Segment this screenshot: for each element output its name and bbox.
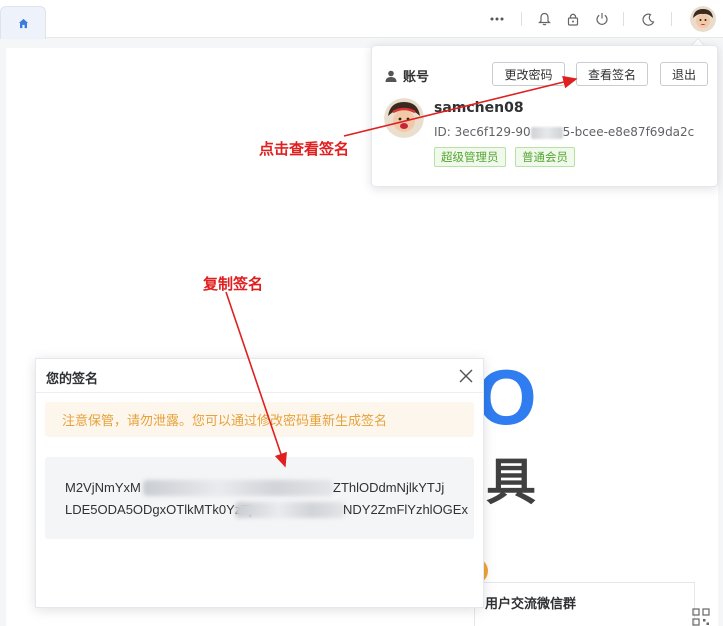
user-avatar[interactable] (690, 6, 716, 32)
bell-icon[interactable] (534, 9, 554, 29)
warning-alert: 注意保管，请勿泄露。您可以通过修改密码重新生成签名 (45, 402, 474, 437)
view-signature-button[interactable]: 查看签名 (576, 62, 648, 86)
account-header: 账号 (385, 66, 429, 85)
dialog-title: 您的签名 (46, 372, 99, 387)
signature-text-box[interactable]: M2VjNmYxM ZThlODdmNjlkYTJj LDE5ODA5ODgxO… (45, 457, 474, 539)
signature-line-2-end: NDY2ZmFlYzhlOGEx (343, 502, 468, 517)
home-icon (18, 18, 28, 28)
redacted-blur (530, 126, 563, 139)
user-id-suffix: 5-bcee-e8e87f69da2c (562, 125, 695, 139)
toolbar-divider (623, 12, 624, 26)
signature-line-2-start: LDE5ODA5ODgxOTlkMTk0YzFj (65, 502, 253, 517)
user-icon (385, 70, 397, 82)
annotation-click-view-signature: 点击查看签名 (259, 140, 350, 158)
user-id: ID: 3ec6f129-90 5-bcee-e8e87f69da2c (434, 125, 694, 139)
logout-button[interactable]: 退出 (660, 62, 708, 86)
wechat-group-card: 用户交流微信群 (474, 582, 695, 626)
toolbar-divider (521, 12, 522, 26)
toolbar-divider (671, 12, 672, 26)
background-char: 具 (486, 453, 536, 511)
top-bar (0, 0, 723, 39)
power-icon[interactable] (592, 9, 612, 29)
wechat-group-title: 用户交流微信群 (485, 597, 577, 612)
more-icon[interactable] (487, 9, 507, 29)
account-dropdown: 账号 更改密码 查看签名 退出 samchen08 ID: 3ec6f129-9… (371, 45, 718, 187)
signature-line-1-start: M2VjNmYxM (65, 480, 141, 495)
user-id-prefix: ID: 3ec6f129-90 (434, 125, 531, 139)
role-tag-super-admin: 超级管理员 (434, 147, 506, 167)
annotation-copy-signature: 复制签名 (203, 275, 264, 293)
username: samchen08 (434, 100, 524, 116)
signature-dialog: 您的签名 注意保管，请勿泄露。您可以通过修改密码重新生成签名 M2VjNmYxM… (35, 358, 484, 608)
lock-icon[interactable] (563, 9, 583, 29)
qrcode-icon[interactable] (692, 608, 710, 626)
profile-avatar (384, 98, 424, 138)
moon-icon[interactable] (638, 9, 658, 29)
role-tag-member: 普通会员 (515, 147, 575, 167)
home-tab[interactable] (0, 6, 46, 39)
dialog-divider (36, 392, 483, 393)
close-icon[interactable] (457, 367, 475, 385)
account-title: 账号 (403, 70, 430, 85)
change-password-button[interactable]: 更改密码 (492, 62, 565, 86)
signature-line-1-end: ZThlODdmNjlkYTJj (333, 480, 445, 495)
background-letter: O (476, 353, 537, 441)
redacted-blur (143, 480, 333, 496)
redacted-blur (235, 502, 345, 518)
